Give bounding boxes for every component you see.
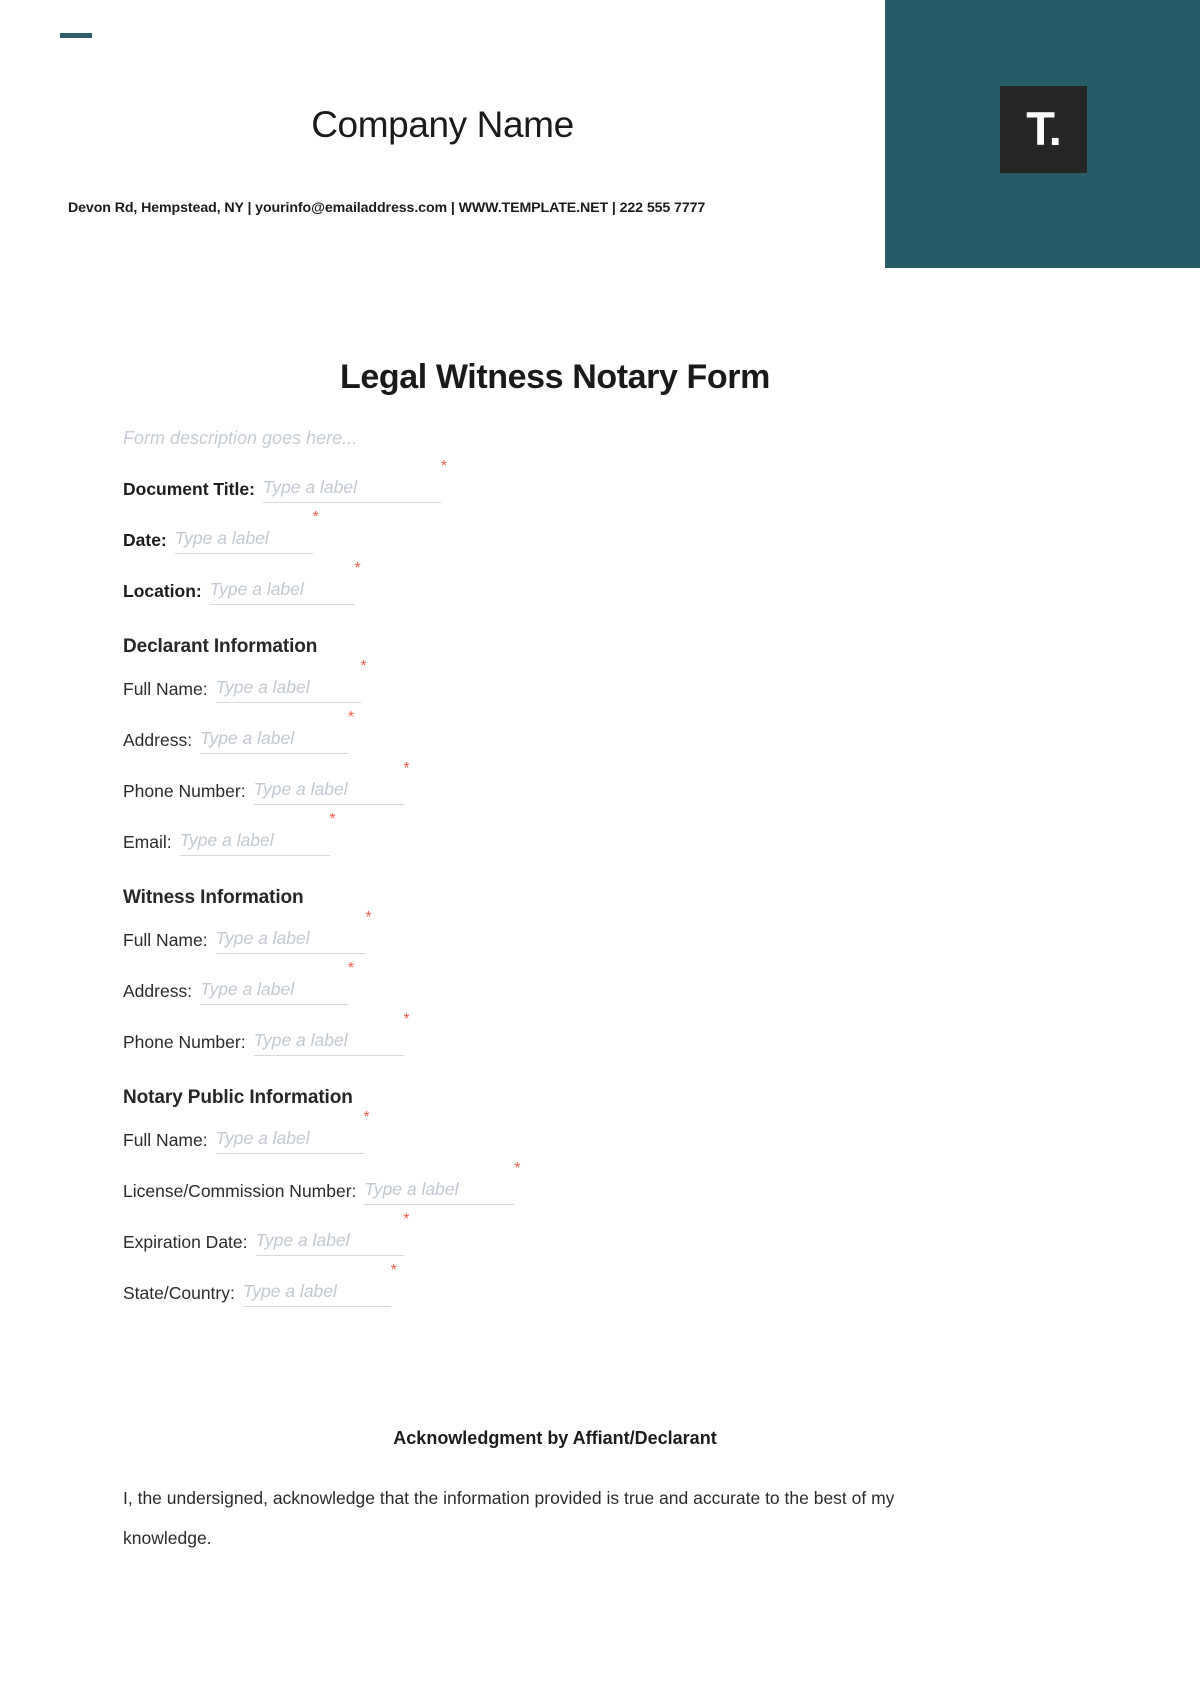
input-date[interactable]: Type a label * <box>174 510 319 554</box>
company-contact-line: Devon Rd, Hempstead, NY | yourinfo@email… <box>68 200 706 216</box>
label-notary-license: License/Commission Number: <box>123 1181 357 1201</box>
field-row-notary-state-country: State/Country: Type a label * <box>123 1263 1083 1307</box>
placeholder-declarant-email: Type a label <box>179 830 274 850</box>
label-declarant-address: Address: <box>123 730 193 750</box>
input-document-title[interactable]: Type a label * <box>262 459 447 503</box>
field-row-location: Location: Type a label * <box>123 561 1083 605</box>
placeholder-declarant-full-name: Type a label <box>215 677 310 697</box>
placeholder-notary-state-country: Type a label <box>242 1281 337 1301</box>
label-declarant-phone: Phone Number: <box>123 781 246 801</box>
placeholder-witness-address: Type a label <box>200 979 295 999</box>
placeholder-notary-full-name: Type a label <box>215 1128 310 1148</box>
input-notary-state-country[interactable]: Type a label * <box>242 1263 397 1307</box>
acknowledgment-body: I, the undersigned, acknowledge that the… <box>123 1488 895 1548</box>
field-row-witness-phone: Phone Number: Type a label * <box>123 1012 1083 1056</box>
label-declarant-email: Email: <box>123 832 172 852</box>
input-witness-full-name[interactable]: Type a label * <box>215 910 372 954</box>
required-asterisk: * <box>403 1011 410 1028</box>
placeholder-notary-expiration: Type a label <box>255 1230 350 1250</box>
required-asterisk: * <box>365 909 372 926</box>
label-witness-address: Address: <box>123 981 193 1001</box>
field-row-notary-license: License/Commission Number: Type a label … <box>123 1161 1083 1205</box>
field-row-witness-full-name: Full Name: Type a label * <box>123 910 1083 954</box>
input-notary-full-name[interactable]: Type a label * <box>215 1110 370 1154</box>
form-description: Form description goes here... <box>123 428 358 448</box>
accent-dash-decoration <box>60 33 92 38</box>
required-asterisk: * <box>312 509 319 526</box>
placeholder-declarant-address: Type a label <box>200 728 295 748</box>
input-declarant-full-name[interactable]: Type a label * <box>215 659 367 703</box>
input-notary-license[interactable]: Type a label * <box>364 1161 520 1205</box>
required-asterisk: * <box>403 760 410 777</box>
required-asterisk: * <box>329 811 336 828</box>
section-heading-declarant: Declarant Information <box>123 636 318 657</box>
field-row-document-title: Document Title: Type a label * <box>123 459 1083 503</box>
input-location[interactable]: Type a label * <box>209 561 361 605</box>
required-asterisk: * <box>514 1160 521 1177</box>
required-asterisk: * <box>347 960 355 977</box>
placeholder-witness-full-name: Type a label <box>215 928 310 948</box>
label-witness-full-name: Full Name: <box>123 930 208 950</box>
acknowledgment-heading: Acknowledgment by Affiant/Declarant <box>393 1428 717 1448</box>
input-declarant-address[interactable]: Type a label * <box>200 710 354 754</box>
placeholder-date: Type a label <box>174 528 269 548</box>
field-row-declarant-full-name: Full Name: Type a label * <box>123 659 1083 703</box>
field-row-declarant-address: Address: Type a label * <box>123 710 1083 754</box>
required-asterisk: * <box>347 709 355 726</box>
label-location: Location: <box>123 581 202 601</box>
field-row-declarant-phone: Phone Number: Type a label * <box>123 761 1083 805</box>
field-row-notary-full-name: Full Name: Type a label * <box>123 1110 1083 1154</box>
input-notary-expiration[interactable]: Type a label * <box>255 1212 410 1256</box>
placeholder-witness-phone: Type a label <box>253 1030 348 1050</box>
required-asterisk: * <box>354 560 361 577</box>
label-declarant-full-name: Full Name: <box>123 679 208 699</box>
placeholder-location: Type a label <box>209 579 304 599</box>
form-body: Form description goes here... Document T… <box>123 428 1083 1330</box>
template-net-logo-icon: T. <box>1026 102 1062 155</box>
input-witness-address[interactable]: Type a label * <box>200 961 354 1005</box>
required-asterisk: * <box>363 1109 370 1126</box>
label-document-title: Document Title: <box>123 479 255 499</box>
placeholder-declarant-phone: Type a label <box>253 779 348 799</box>
label-notary-state-country: State/Country: <box>123 1283 235 1303</box>
section-heading-notary: Notary Public Information <box>123 1087 353 1108</box>
input-declarant-email[interactable]: Type a label * <box>179 812 336 856</box>
required-asterisk: * <box>440 458 447 475</box>
label-notary-full-name: Full Name: <box>123 1130 208 1150</box>
required-asterisk: * <box>360 658 367 675</box>
document-page: T. Company Name Devon Rd, Hempstead, NY … <box>0 0 1200 1700</box>
placeholder-document-title: Type a label <box>262 477 357 497</box>
field-row-notary-expiration: Expiration Date: Type a label * <box>123 1212 1083 1256</box>
input-declarant-phone[interactable]: Type a label * <box>253 761 410 805</box>
input-witness-phone[interactable]: Type a label * <box>253 1012 410 1056</box>
field-row-witness-address: Address: Type a label * <box>123 961 1083 1005</box>
label-date: Date: <box>123 530 167 550</box>
field-row-date: Date: Type a label * <box>123 510 1083 554</box>
page-title: Legal Witness Notary Form <box>340 358 770 396</box>
company-name: Company Name <box>311 104 574 145</box>
company-logo-tile: T. <box>1000 86 1087 173</box>
field-row-declarant-email: Email: Type a label * <box>123 812 1083 856</box>
required-asterisk: * <box>403 1211 410 1228</box>
label-witness-phone: Phone Number: <box>123 1032 246 1052</box>
placeholder-notary-license: Type a label <box>364 1179 459 1199</box>
label-notary-expiration: Expiration Date: <box>123 1232 248 1252</box>
required-asterisk: * <box>390 1262 397 1279</box>
section-heading-witness: Witness Information <box>123 887 304 908</box>
